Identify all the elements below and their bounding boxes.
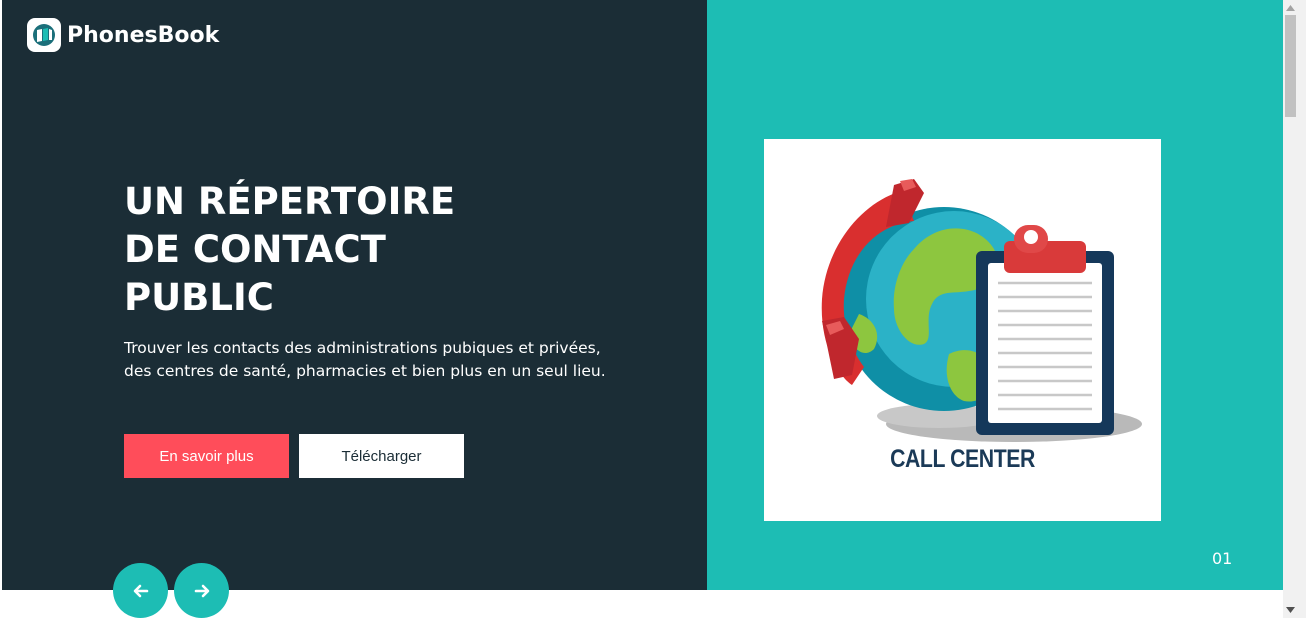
brand-name: PhonesBook bbox=[67, 22, 220, 48]
page-scrollbar[interactable] bbox=[1283, 0, 1306, 618]
headline-line: PUBLIC bbox=[124, 276, 274, 319]
arrow-right-icon bbox=[194, 584, 209, 597]
scrollbar-thumb[interactable] bbox=[1285, 15, 1296, 117]
scroll-down-icon[interactable] bbox=[1285, 604, 1296, 616]
call-center-illustration: CALL CENTER bbox=[764, 139, 1161, 521]
hero-headline: UN RÉPERTOIRE DE CONTACT PUBLIC bbox=[124, 178, 455, 322]
phonesbook-logo-icon bbox=[27, 18, 61, 52]
slider-prev-button[interactable] bbox=[113, 563, 168, 618]
learn-more-button[interactable]: En savoir plus bbox=[124, 434, 289, 478]
subtitle-line: Trouver les contacts des administrations… bbox=[124, 339, 601, 357]
arrow-left-icon bbox=[133, 584, 148, 597]
brand-logo-link[interactable]: PhonesBook bbox=[27, 18, 219, 52]
headline-line: UN RÉPERTOIRE bbox=[124, 180, 456, 223]
slider-next-button[interactable] bbox=[174, 563, 229, 618]
scroll-up-icon[interactable] bbox=[1285, 2, 1296, 14]
download-button[interactable]: Télécharger bbox=[299, 434, 464, 478]
subtitle-line: des centres de santé, pharmacies et bien… bbox=[124, 362, 606, 380]
hero-subtitle: Trouver les contacts des administrations… bbox=[124, 337, 644, 383]
landing-page: PhonesBook UN RÉPERTOIRE DE CONTACT PUBL… bbox=[0, 0, 1306, 618]
headline-line: DE CONTACT bbox=[124, 228, 386, 271]
slide-counter: 01 bbox=[1212, 549, 1233, 568]
call-center-caption: CALL CENTER bbox=[890, 445, 1035, 473]
